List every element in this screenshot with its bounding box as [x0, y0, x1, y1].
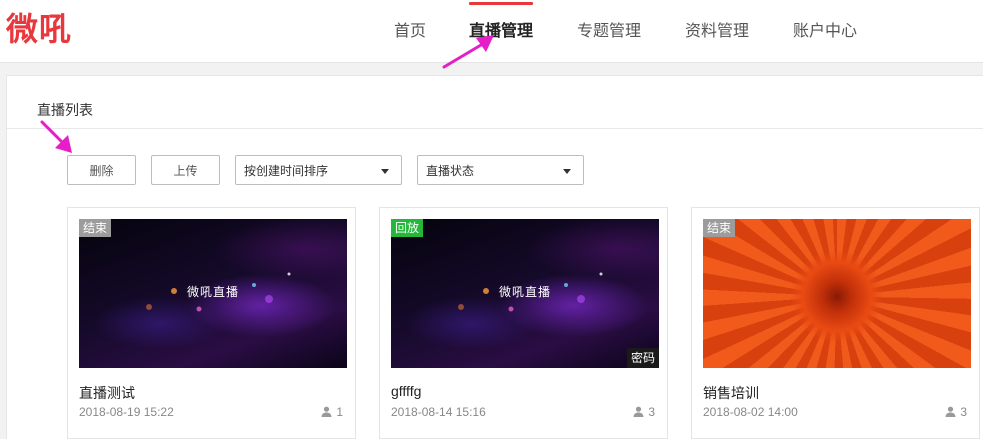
top-header: 微吼 首页 直播管理 专题管理 资料管理 账户中心 [0, 0, 983, 63]
live-thumbnail[interactable]: 微吼直播 结束 [79, 219, 347, 368]
nav-item-live-management[interactable]: 直播管理 [469, 0, 534, 62]
card-title[interactable]: 销售培训 [703, 383, 759, 403]
live-card[interactable]: 微吼直播 回放 密码 gffffg 2018-08-14 15:16 3 [379, 207, 668, 439]
live-card[interactable]: 微吼直播 结束 直播测试 2018-08-19 15:22 1 [67, 207, 356, 439]
user-icon [633, 406, 644, 417]
card-date: 2018-08-19 15:22 [79, 405, 174, 419]
delete-button[interactable]: 删除 [67, 155, 136, 185]
sort-select-value: 按创建时间排序 [244, 164, 329, 178]
panel-title: 直播列表 [37, 102, 93, 118]
chevron-down-icon [563, 169, 571, 174]
card-date: 2018-08-02 14:00 [703, 405, 798, 419]
card-date: 2018-08-14 15:16 [391, 405, 486, 419]
thumbnail-caption: 微吼直播 [186, 285, 239, 299]
card-title[interactable]: 直播测试 [79, 383, 135, 403]
user-icon [321, 406, 332, 417]
password-badge: 密码 [626, 348, 659, 368]
live-card[interactable]: 结束 销售培训 2018-08-02 14:00 3 [691, 207, 980, 439]
logo[interactable]: 微吼 [6, 9, 72, 49]
view-count-value: 3 [960, 405, 967, 419]
live-list-panel: 直播列表 删除 上传 按创建时间排序 直播状态 微吼直播 结束 直播测试 201… [6, 75, 983, 439]
card-view-count: 3 [945, 405, 967, 419]
view-count-value: 3 [648, 405, 655, 419]
card-title[interactable]: gffffg [391, 383, 421, 399]
nav-item-home[interactable]: 首页 [394, 0, 426, 62]
view-count-value: 1 [336, 405, 343, 419]
nav-item-topic-management[interactable]: 专题管理 [577, 0, 641, 62]
card-view-count: 1 [321, 405, 343, 419]
status-select[interactable]: 直播状态 [417, 155, 584, 185]
status-badge: 结束 [703, 219, 736, 237]
nav-item-material-management[interactable]: 资料管理 [685, 0, 749, 62]
live-thumbnail[interactable]: 结束 [703, 219, 971, 368]
status-badge: 回放 [391, 219, 424, 237]
divider [7, 128, 983, 129]
status-badge: 结束 [79, 219, 112, 237]
card-view-count: 3 [633, 405, 655, 419]
thumbnail-caption: 微吼直播 [498, 285, 551, 299]
status-select-value: 直播状态 [426, 164, 475, 178]
upload-button[interactable]: 上传 [151, 155, 220, 185]
chevron-down-icon [381, 169, 389, 174]
live-thumbnail[interactable]: 微吼直播 回放 密码 [391, 219, 659, 368]
nav-item-account-center[interactable]: 账户中心 [793, 0, 857, 62]
user-icon [945, 406, 956, 417]
sort-select[interactable]: 按创建时间排序 [235, 155, 402, 185]
